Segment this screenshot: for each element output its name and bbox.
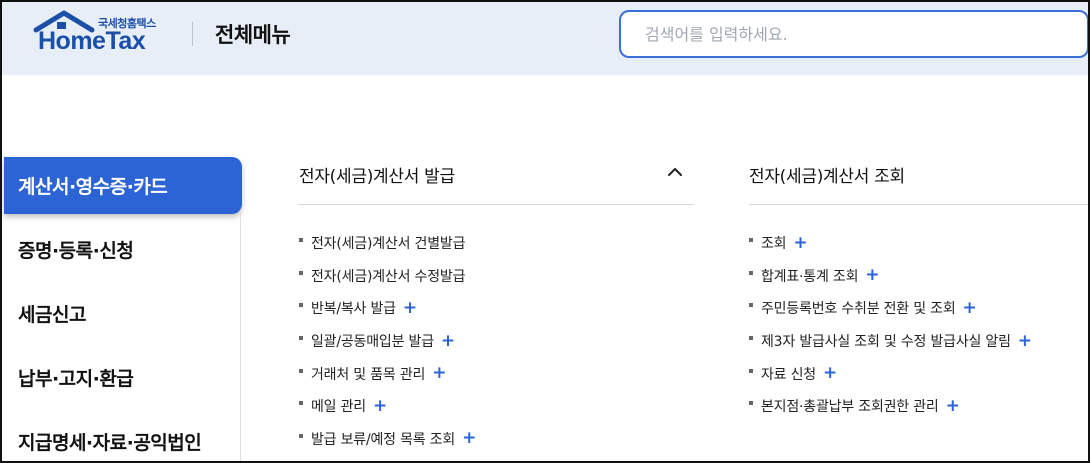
column-header: 전자(세금)계산서 발급 [299, 152, 693, 205]
menu-list: 전자(세금)계산서 건별발급 전자(세금)계산서 수정발급 반복/복사 발급 + … [299, 205, 693, 455]
plus-icon[interactable]: + [441, 332, 455, 350]
square-bullet-icon [299, 303, 303, 308]
nav-item-payment-refund[interactable]: 납부·고지·환급 [4, 345, 242, 409]
square-bullet-icon [299, 401, 303, 406]
search-input[interactable] [621, 12, 1087, 56]
square-bullet-icon [299, 433, 303, 438]
square-bullet-icon [749, 401, 753, 406]
search-box[interactable] [619, 10, 1088, 58]
hometax-logo[interactable]: 국세청홈택스 HomeTax [32, 10, 172, 58]
menu-item[interactable]: 거래처 및 품목 관리 + [299, 357, 693, 390]
page-title: 전체메뉴 [215, 23, 291, 47]
plus-icon[interactable]: + [462, 430, 476, 447]
menu-item[interactable]: 본지점·총괄납부 조회권한 관리 + [749, 390, 1088, 423]
menu-item[interactable]: 일괄/공동매입분 발급 + [299, 325, 693, 358]
nav-item-tax-filing[interactable]: 세금신고 [4, 281, 242, 345]
nav-item-label: 증명·등록·신청 [18, 239, 134, 262]
menu-item-label: 반복/복사 발급 [311, 301, 396, 318]
menu-item-label: 조회 [761, 236, 787, 253]
menu-item[interactable]: 전자(세금)계산서 건별발급 [299, 227, 693, 260]
menu-item[interactable]: 제3자 발급사실 조회 및 수정 발급사실 알림 + [749, 325, 1088, 358]
page-frame: 국세청홈택스 HomeTax 전체메뉴 계산서·영수증·카드 증명·등록·신청 … [0, 0, 1090, 463]
header-divider [192, 22, 193, 46]
nav-item-label: 납부·고지·환급 [18, 367, 134, 390]
square-bullet-icon [749, 270, 753, 275]
plus-icon[interactable]: + [946, 397, 960, 415]
menu-item-label: 제3자 발급사실 조회 및 수정 발급사실 알림 [761, 334, 1011, 351]
nav-item-label: 계산서·영수증·카드 [18, 176, 168, 198]
menu-item-label: 거래처 및 품목 관리 [311, 366, 426, 383]
nav-item-label: 지급명세·자료·공익법인 [18, 431, 202, 454]
square-bullet-icon [299, 368, 303, 373]
square-bullet-icon [299, 238, 303, 243]
menu-list: 조회 + 합계표·통계 조회 + 주민등록번호 수취분 전환 및 조회 + 제3자 발… [749, 205, 1088, 423]
menu-column-issue: 전자(세금)계산서 발급 전자(세금)계산서 건별발급 전자(세금)계산서 수정… [299, 152, 693, 455]
plus-icon[interactable]: + [432, 365, 446, 382]
menu-item-label: 일괄/공동매입분 발급 [311, 334, 434, 351]
column-title: 전자(세금)계산서 발급 [299, 167, 455, 187]
chevron-up-icon[interactable] [665, 162, 685, 182]
square-bullet-icon [299, 336, 303, 341]
square-bullet-icon [749, 368, 753, 373]
plus-icon[interactable]: + [865, 267, 879, 284]
square-bullet-icon [749, 238, 753, 243]
menu-item[interactable]: 합계표·통계 조회 + [749, 260, 1088, 293]
menu-item[interactable]: 메일 관리 + [299, 390, 693, 423]
menu-column-inquiry: 전자(세금)계산서 조회 조회 + 합계표·통계 조회 + 주민등록번호 수취분 전… [749, 152, 1088, 423]
plus-icon[interactable]: + [823, 365, 837, 382]
menu-item[interactable]: 조회 + [749, 227, 1088, 260]
nav-item-label: 세금신고 [18, 303, 86, 326]
menu-item[interactable]: 자료 신청 + [749, 357, 1088, 390]
nav-item-receipts-cards[interactable]: 계산서·영수증·카드 [4, 157, 242, 214]
plus-icon[interactable]: + [403, 299, 417, 317]
menu-item-label: 전자(세금)계산서 수정발급 [311, 268, 466, 285]
plus-icon[interactable]: + [963, 299, 977, 317]
plus-icon[interactable]: + [793, 234, 807, 252]
menu-item[interactable]: 주민등록번호 수취분 전환 및 조회 + [749, 292, 1088, 325]
menu-item-label: 전자(세금)계산서 건별발급 [311, 236, 466, 253]
column-title: 전자(세금)계산서 조회 [749, 167, 905, 187]
square-bullet-icon [299, 270, 303, 275]
nav-item-certificates[interactable]: 증명·등록·신청 [4, 217, 242, 281]
header: 국세청홈택스 HomeTax 전체메뉴 [2, 2, 1088, 75]
column-header: 전자(세금)계산서 조회 [749, 152, 1088, 205]
menu-item-label: 주민등록번호 수취분 전환 및 조회 [761, 301, 956, 318]
menu-item-label: 합계표·통계 조회 [761, 268, 859, 285]
square-bullet-icon [749, 336, 753, 341]
plus-icon[interactable]: + [373, 397, 387, 415]
menu-item-label: 자료 신청 [761, 366, 816, 383]
menu-item[interactable]: 전자(세금)계산서 수정발급 [299, 260, 693, 293]
logo-wordmark: HomeTax [38, 27, 146, 55]
nav-item-payment-statements[interactable]: 지급명세·자료·공익법인 [4, 409, 242, 461]
menu-item[interactable]: 반복/복사 발급 + [299, 292, 693, 325]
category-nav: 계산서·영수증·카드 증명·등록·신청 세금신고 납부·고지·환급 지급명세·자… [4, 157, 242, 461]
plus-icon[interactable]: + [1018, 332, 1032, 350]
nav-divider [240, 212, 241, 461]
square-bullet-icon [749, 303, 753, 308]
menu-item-label: 본지점·총괄납부 조회권한 관리 [761, 399, 939, 416]
menu-item[interactable]: 발급 보류/예정 목록 조회 + [299, 423, 693, 456]
menu-item-label: 메일 관리 [311, 399, 366, 416]
menu-item-label: 발급 보류/예정 목록 조회 [311, 431, 456, 448]
